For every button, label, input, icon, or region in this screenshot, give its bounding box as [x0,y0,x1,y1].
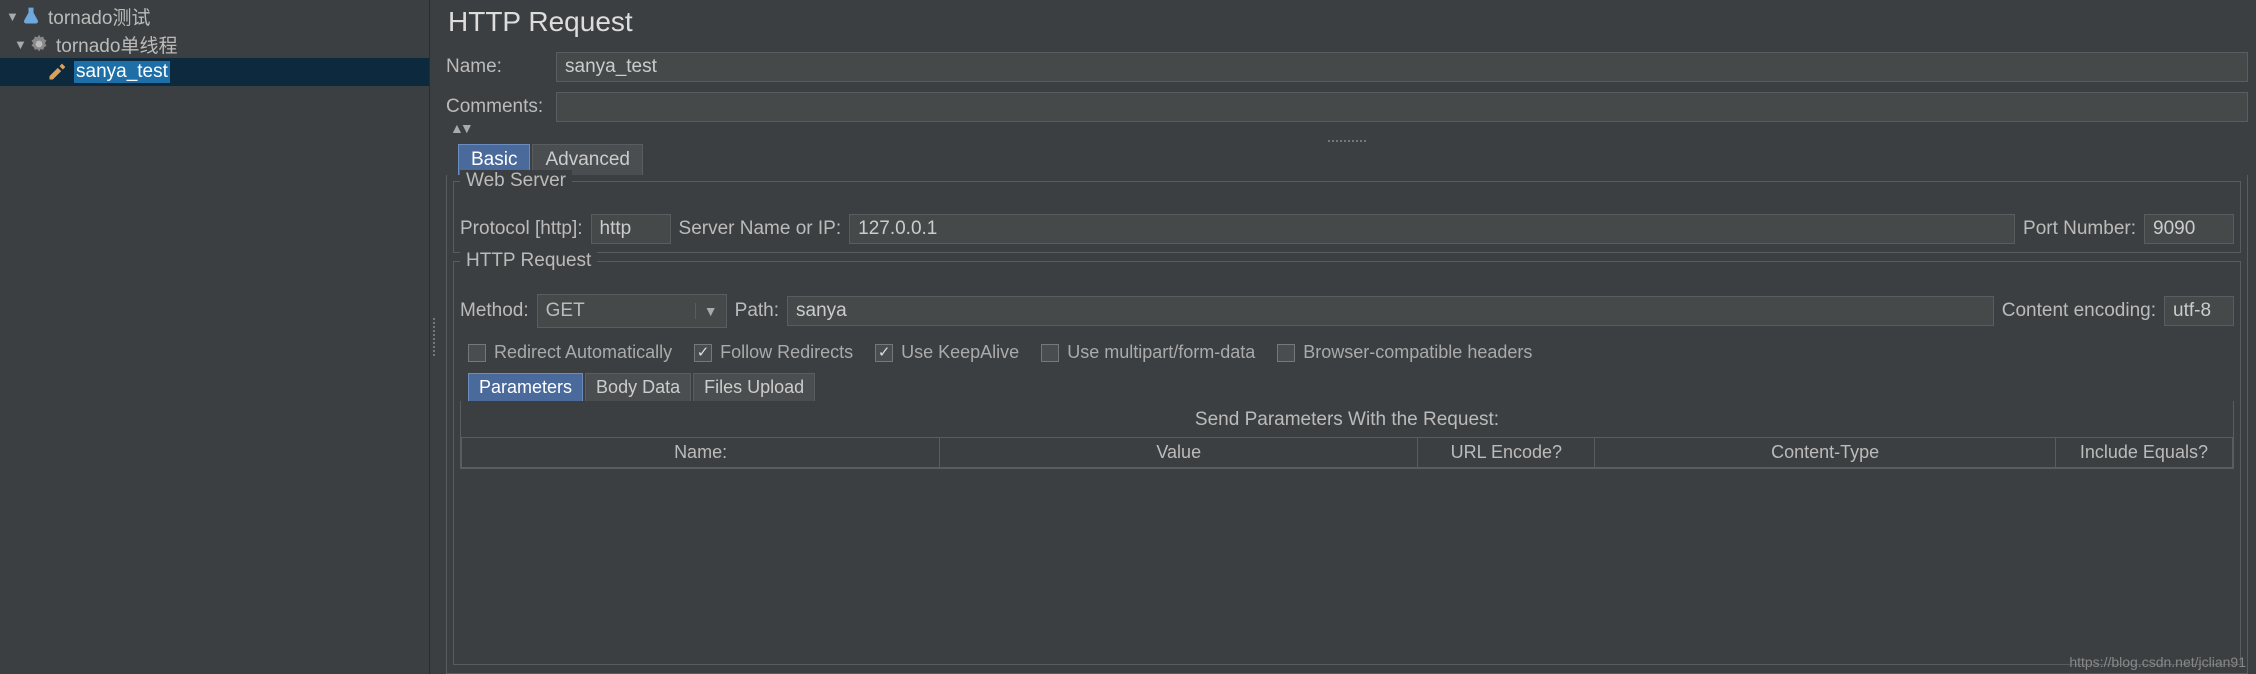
chk-label: Browser-compatible headers [1303,342,1532,363]
config-tabs: Basic Advanced [446,144,2248,175]
chk-label: Use multipart/form-data [1067,342,1255,363]
checkbox-icon [468,344,486,362]
test-plan-tree: ▼ tornado测试 ▼ tornado单线程 sanya_test [0,0,430,674]
browser-headers-checkbox[interactable]: Browser-compatible headers [1277,342,1532,363]
table-header-row: Name: Value URL Encode? Content-Type Inc… [462,438,2233,468]
web-server-group: Web Server Protocol [http]: Server Name … [453,181,2241,253]
tab-files-upload[interactable]: Files Upload [693,373,815,401]
tab-parameters[interactable]: Parameters [468,373,583,401]
basic-tab-content: Web Server Protocol [http]: Server Name … [446,175,2248,674]
port-input[interactable] [2144,214,2234,244]
encoding-label: Content encoding: [2002,300,2156,322]
web-server-legend: Web Server [460,170,572,192]
checkbox-icon [1277,344,1295,362]
server-label: Server Name or IP: [679,218,842,240]
params-title: Send Parameters With the Request: [461,409,2233,431]
keepalive-checkbox[interactable]: Use KeepAlive [875,342,1019,363]
method-label: Method: [460,300,529,322]
redirect-auto-checkbox[interactable]: Redirect Automatically [468,342,672,363]
expand-arrow-icon: ▼ [14,37,28,52]
tree-node-testplan[interactable]: ▼ tornado测试 [0,2,429,30]
watermark: https://blog.csdn.net/jclian91 [2069,654,2246,670]
method-select[interactable]: GET ▼ [537,294,727,328]
name-label: Name: [446,56,556,78]
path-label: Path: [735,300,779,322]
chk-label: Redirect Automatically [494,342,672,363]
multipart-checkbox[interactable]: Use multipart/form-data [1041,342,1255,363]
method-value: GET [546,300,585,322]
server-input[interactable] [849,214,2015,244]
protocol-label: Protocol [http]: [460,218,583,240]
flask-icon [20,5,42,27]
expand-arrow-icon: ▼ [6,9,20,24]
col-url-encode[interactable]: URL Encode? [1418,438,1595,468]
checkbox-icon [875,344,893,362]
tree-label: tornado单线程 [56,31,177,58]
encoding-input[interactable] [2164,296,2234,326]
collapse-toggle-icon[interactable]: ▲▼ [446,120,2248,136]
follow-redirects-checkbox[interactable]: Follow Redirects [694,342,853,363]
tree-node-threadgroup[interactable]: ▼ tornado单线程 [0,30,429,58]
col-include-equals[interactable]: Include Equals? [2055,438,2232,468]
chk-label: Follow Redirects [720,342,853,363]
tree-label: sanya_test [74,61,170,83]
chevron-down-icon: ▼ [695,303,718,319]
options-row: Redirect Automatically Follow Redirects … [468,342,2234,363]
params-table: Name: Value URL Encode? Content-Type Inc… [461,437,2233,468]
page-title: HTTP Request [446,6,2248,38]
tree-node-sampler[interactable]: sanya_test [0,58,429,86]
chk-label: Use KeepAlive [901,342,1019,363]
checkbox-icon [694,344,712,362]
port-label: Port Number: [2023,218,2136,240]
checkbox-icon [1041,344,1059,362]
protocol-input[interactable] [591,214,671,244]
vertical-splitter[interactable] [430,0,438,674]
comments-label: Comments: [446,96,556,118]
dropper-icon [46,61,68,83]
tree-label: tornado测试 [48,3,150,30]
col-name[interactable]: Name: [462,438,940,468]
col-content-type[interactable]: Content-Type [1595,438,2055,468]
path-input[interactable] [787,296,1994,326]
main-panel: HTTP Request Name: Comments: ▲▼ Basic Ad… [438,0,2256,674]
gear-icon [28,33,50,55]
http-request-legend: HTTP Request [460,250,597,272]
name-input[interactable] [556,52,2248,82]
comments-input[interactable] [556,92,2248,122]
body-tabs: Parameters Body Data Files Upload [460,373,2234,401]
tab-body-data[interactable]: Body Data [585,373,691,401]
http-request-group: HTTP Request Method: GET ▼ Path: Content… [453,261,2241,665]
col-value[interactable]: Value [940,438,1418,468]
